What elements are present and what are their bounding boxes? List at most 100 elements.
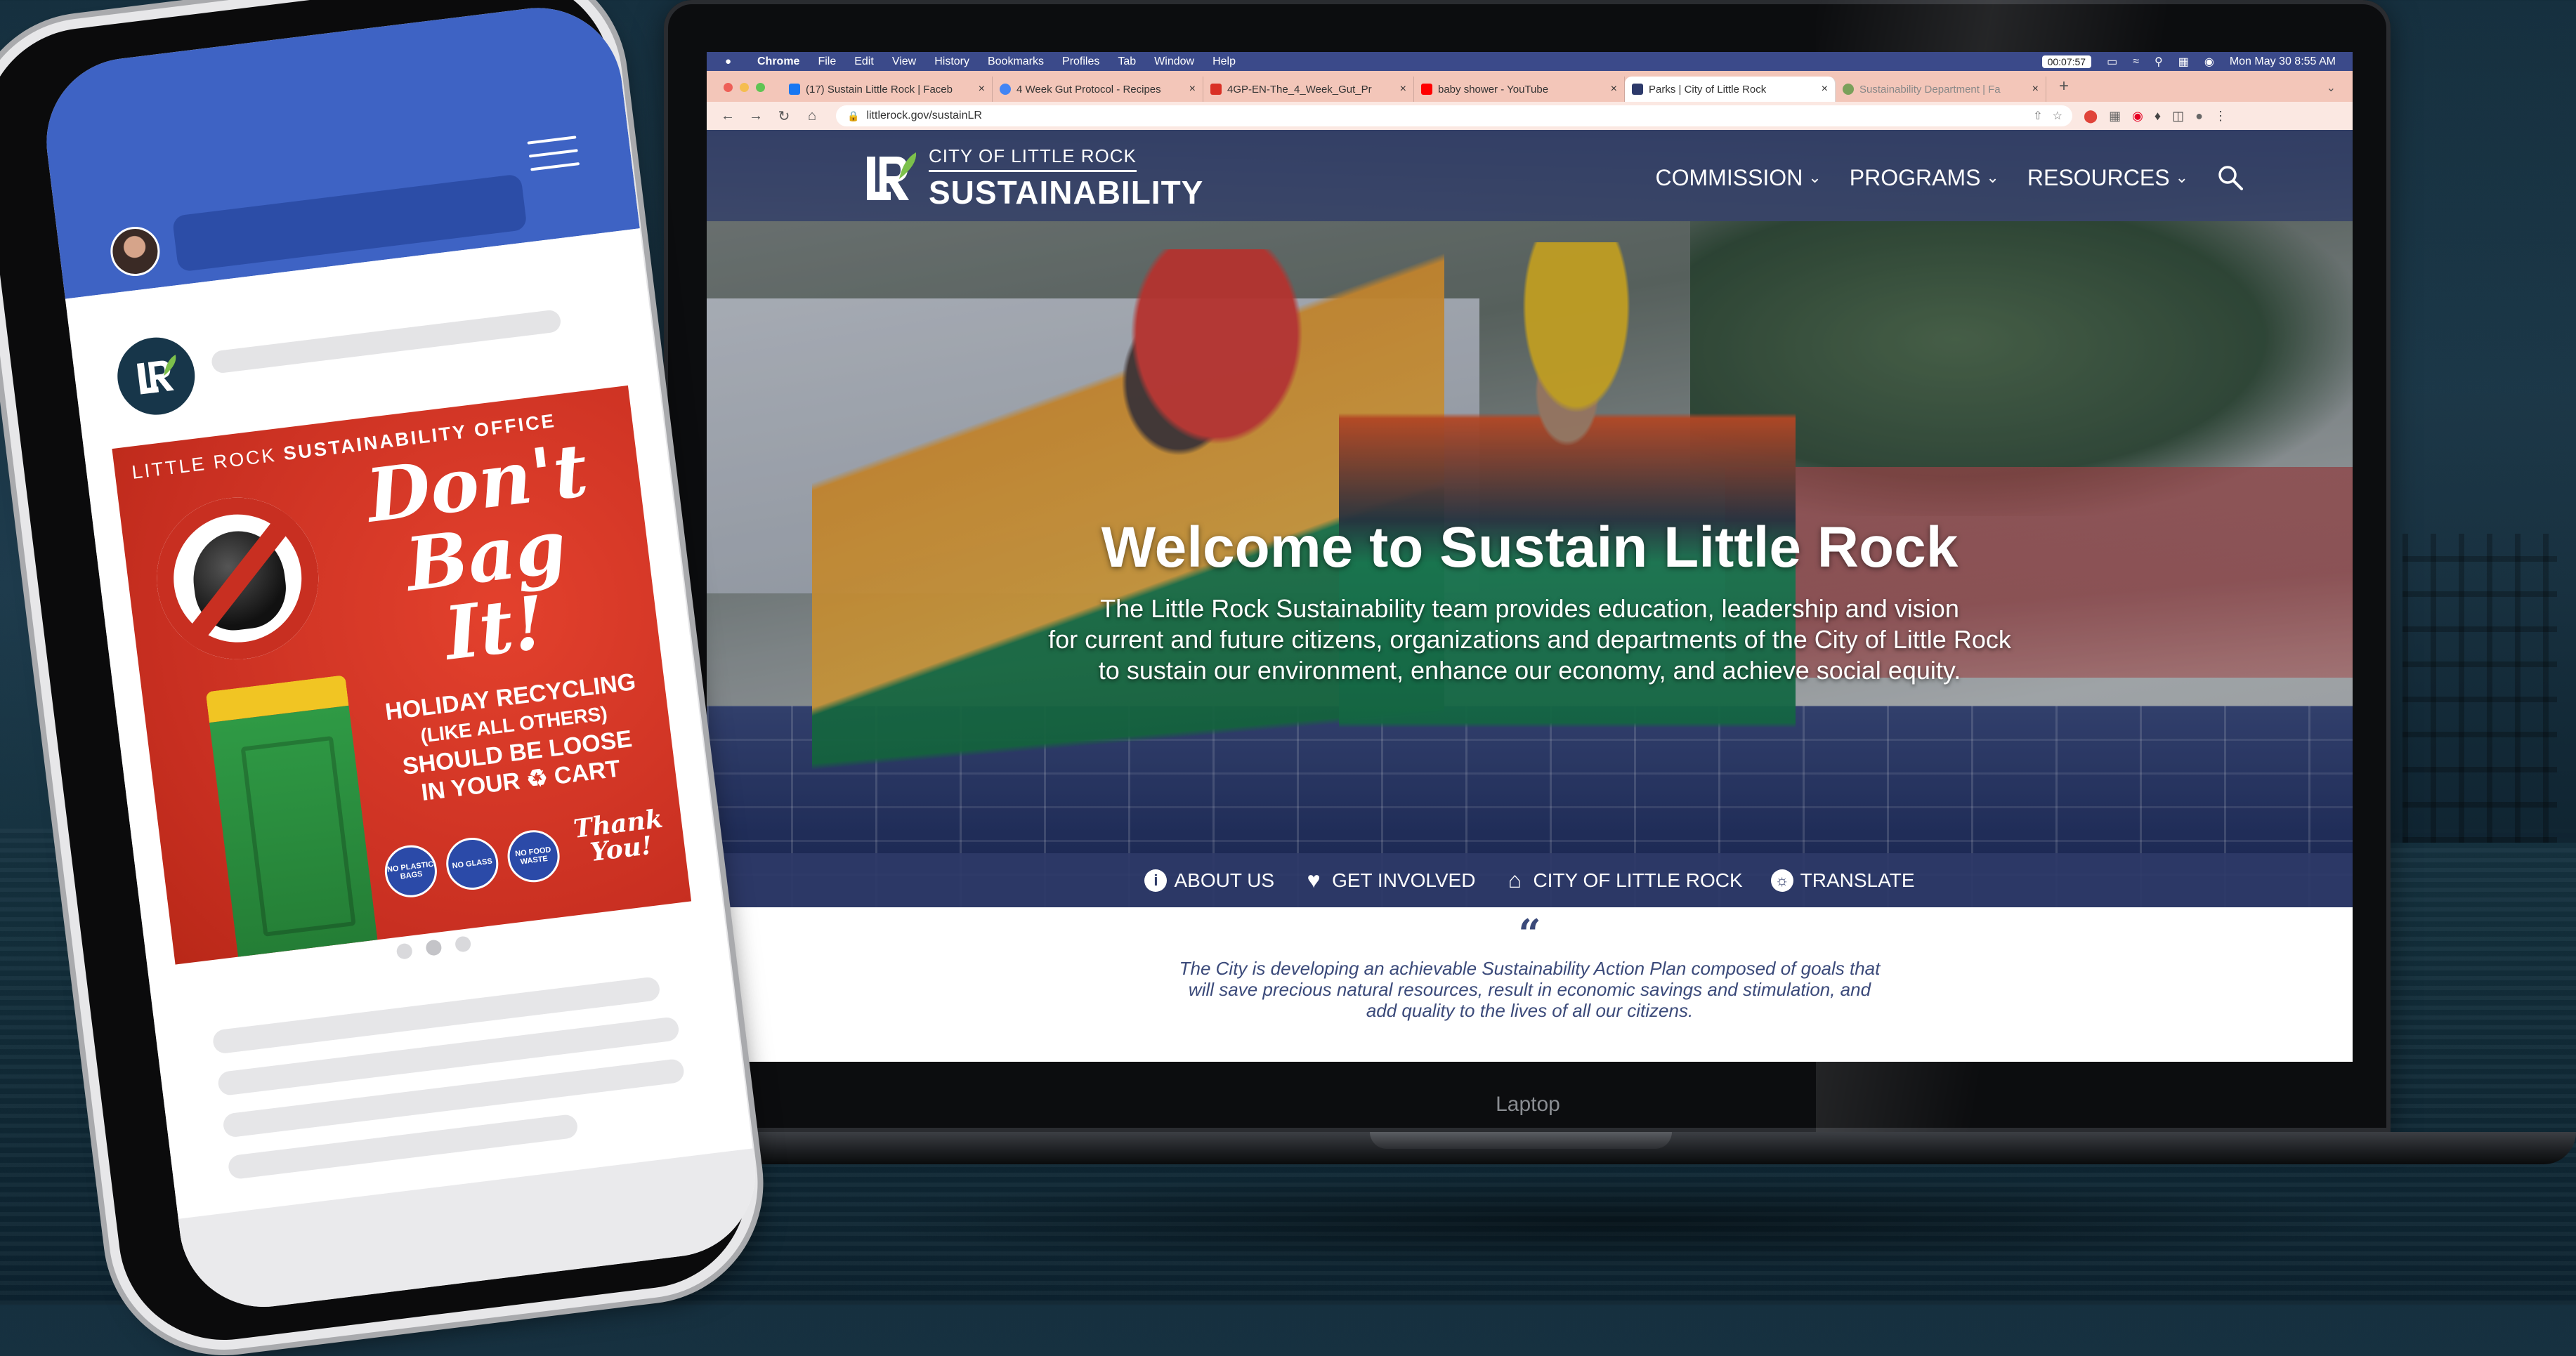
browser-tab-pdf[interactable]: 4GP-EN-The_4_Week_Gut_Pr × <box>1203 77 1414 102</box>
hero-subtitle-line: for current and future citizens, organiz… <box>1048 625 2011 654</box>
hero-banner: City of Little Rock SUSTAINABILITY COMMI… <box>707 130 2353 907</box>
profile-avatar-icon[interactable]: ● <box>2195 109 2203 124</box>
poster-office-prefix: LITTLE ROCK <box>130 444 278 483</box>
quote-line: will save precious natural resources, re… <box>1188 979 1871 1000</box>
browser-tab-recipes[interactable]: 4 Week Gut Protocol - Recipes × <box>993 77 1203 102</box>
spotlight-search-icon[interactable]: ⚲ <box>2155 55 2163 69</box>
city-favicon-icon <box>1632 84 1643 95</box>
quicklink-about-us[interactable]: i ABOUT US <box>1144 869 1274 892</box>
sidebar-icon[interactable]: ◫ <box>2172 109 2184 124</box>
quote-mark-icon: “ <box>1518 911 1541 957</box>
control-center-icon[interactable]: ▦ <box>2178 55 2189 69</box>
menu-view[interactable]: View <box>892 55 916 68</box>
youtube-favicon-icon <box>1421 84 1432 95</box>
hamburger-menu-icon[interactable] <box>527 136 581 180</box>
badge-no-glass: NO GLASS <box>443 834 502 893</box>
nav-resources[interactable]: RESOURCES ⌄ <box>2027 165 2188 191</box>
quote-text: The City is developing an achievable Sus… <box>1158 958 1902 1021</box>
badge-no-plastic-bags: NO PLASTIC BAGS <box>381 842 440 900</box>
tab-close-icon[interactable]: × <box>1822 83 1828 96</box>
sustain-little-rock-website: City of Little Rock SUSTAINABILITY COMMI… <box>707 130 2353 1062</box>
poster-body-text: HOLIDAY RECYCLING (LIKE ALL OTHERS) SHOU… <box>370 666 662 812</box>
more-menu-icon[interactable]: ⋮ <box>2214 109 2227 124</box>
zoom-window-button[interactable] <box>756 83 765 92</box>
quicklinks-bar: i ABOUT US ♥ GET INVOLVED ⌂ CITY OF LITT… <box>707 853 2353 907</box>
browser-tab-parks-active[interactable]: Parks | City of Little Rock × <box>1625 77 1836 102</box>
carousel-dot[interactable] <box>395 942 413 960</box>
browser-tab-youtube[interactable]: baby shower - YouTube × <box>1414 77 1625 102</box>
home-icon[interactable]: ⌂ <box>805 108 819 124</box>
omnibox-actions: ⇧ ☆ <box>2033 109 2062 123</box>
tab-title: 4 Week Gut Protocol - Recipes <box>1016 83 1161 96</box>
phone-screen: LITTLE ROCK SUSTAINABILITY OFFICE Don't … <box>37 0 765 1317</box>
share-icon[interactable]: ⇧ <box>2033 109 2042 123</box>
reload-icon[interactable]: ↻ <box>777 107 791 125</box>
nav-label: PROGRAMS <box>1849 164 1981 190</box>
menu-bookmarks[interactable]: Bookmarks <box>988 55 1044 68</box>
dont-bag-it-poster[interactable]: LITTLE ROCK SUSTAINABILITY OFFICE Don't … <box>112 385 692 965</box>
menu-file[interactable]: File <box>818 55 836 68</box>
tab-close-icon[interactable]: × <box>1400 83 1406 96</box>
menu-app-name[interactable]: Chrome <box>757 55 799 68</box>
user-avatar[interactable] <box>107 223 163 279</box>
info-icon: i <box>1144 869 1168 892</box>
quicklink-translate[interactable]: ☼ TRANSLATE <box>1770 869 1915 892</box>
menu-profiles[interactable]: Profiles <box>1062 55 1099 68</box>
menu-tab[interactable]: Tab <box>1118 55 1136 68</box>
extension-grid-icon[interactable]: ▦ <box>2109 109 2121 124</box>
browser-tab-sustainability[interactable]: Sustainability Department | Fa × <box>1836 77 2046 102</box>
bookmark-star-icon[interactable]: ☆ <box>2053 109 2062 123</box>
puzzle-extensions-icon[interactable]: ♦ <box>2155 109 2161 124</box>
home-icon: ⌂ <box>1508 867 1522 893</box>
pinterest-extension-icon[interactable]: ◉ <box>2132 109 2143 124</box>
address-url[interactable]: littlerock.gov/sustainLR <box>866 110 982 122</box>
battery-icon[interactable]: ▭ <box>2107 55 2117 69</box>
nav-label: RESOURCES <box>2027 164 2170 190</box>
pdf-favicon-icon <box>1210 84 1222 95</box>
wifi-icon[interactable]: ≈ <box>2133 55 2139 68</box>
leaf-favicon-icon <box>1843 84 1854 95</box>
page-avatar-lr-logo-icon[interactable] <box>112 333 200 419</box>
chevron-down-icon: ⌄ <box>2175 169 2188 186</box>
nav-commission[interactable]: COMMISSION ⌄ <box>1656 165 1822 191</box>
tab-title: Parks | City of Little Rock <box>1649 83 1767 96</box>
poster-headline: Don't Bag It! <box>326 426 646 683</box>
quicklink-label: TRANSLATE <box>1800 869 1915 891</box>
chevron-down-icon: ⌄ <box>1808 169 1822 186</box>
hero-subtitle: The Little Rock Sustainability team prov… <box>707 593 2353 686</box>
tab-search-chevron-icon[interactable]: ⌄ <box>2327 81 2336 95</box>
quicklink-get-involved[interactable]: ♥ GET INVOLVED <box>1302 867 1476 893</box>
tab-close-icon[interactable]: × <box>979 83 985 96</box>
menu-help[interactable]: Help <box>1212 55 1236 68</box>
lr-leaf-logo-icon <box>863 151 919 206</box>
macos-menubar: ● Chrome File Edit View History Bookmark… <box>707 52 2353 71</box>
tab-close-icon[interactable]: × <box>1189 83 1196 96</box>
carousel-dot[interactable] <box>454 935 472 953</box>
no-bag-icon <box>148 488 328 669</box>
timer-badge[interactable]: 00:07:57 <box>2041 55 2092 68</box>
browser-tab-facebook[interactable]: (17) Sustain Little Rock | Faceb × <box>782 77 993 102</box>
new-tab-plus-icon[interactable]: + <box>2059 77 2069 96</box>
quicklink-label: ABOUT US <box>1174 869 1275 891</box>
lock-icon[interactable]: 🔒 <box>847 110 859 122</box>
quote-line: add quality to the lives of all our citi… <box>1366 1000 1694 1021</box>
laptop-screen: ● Chrome File Edit View History Bookmark… <box>707 52 2353 1062</box>
badge-no-food-waste: NO FOOD WASTE <box>504 827 563 886</box>
carousel-dot-active[interactable] <box>425 939 443 956</box>
menu-edit[interactable]: Edit <box>854 55 874 68</box>
adblock-extension-icon[interactable]: ⬤ <box>2084 109 2098 124</box>
globe-favicon-icon <box>1000 84 1011 95</box>
tab-close-icon[interactable]: × <box>2032 83 2039 96</box>
search-icon[interactable] <box>2216 164 2244 192</box>
nav-programs[interactable]: PROGRAMS ⌄ <box>1850 165 1999 191</box>
menu-history[interactable]: History <box>934 55 969 68</box>
clock-datetime[interactable]: Mon May 30 8:55 AM <box>2230 55 2336 68</box>
quicklink-city-of-little-rock[interactable]: ⌂ CITY OF LITTLE ROCK <box>1503 867 1743 893</box>
tab-title: (17) Sustain Little Rock | Faceb <box>806 83 953 96</box>
site-logo[interactable]: City of Little Rock SUSTAINABILITY <box>863 145 1203 211</box>
siri-icon[interactable]: ◉ <box>2204 55 2214 69</box>
address-bar[interactable]: 🔒 littlerock.gov/sustainLR ⇧ ☆ <box>836 105 2072 126</box>
facebook-favicon-icon <box>789 84 800 95</box>
menu-window[interactable]: Window <box>1154 55 1194 68</box>
tab-close-icon[interactable]: × <box>1611 83 1617 96</box>
